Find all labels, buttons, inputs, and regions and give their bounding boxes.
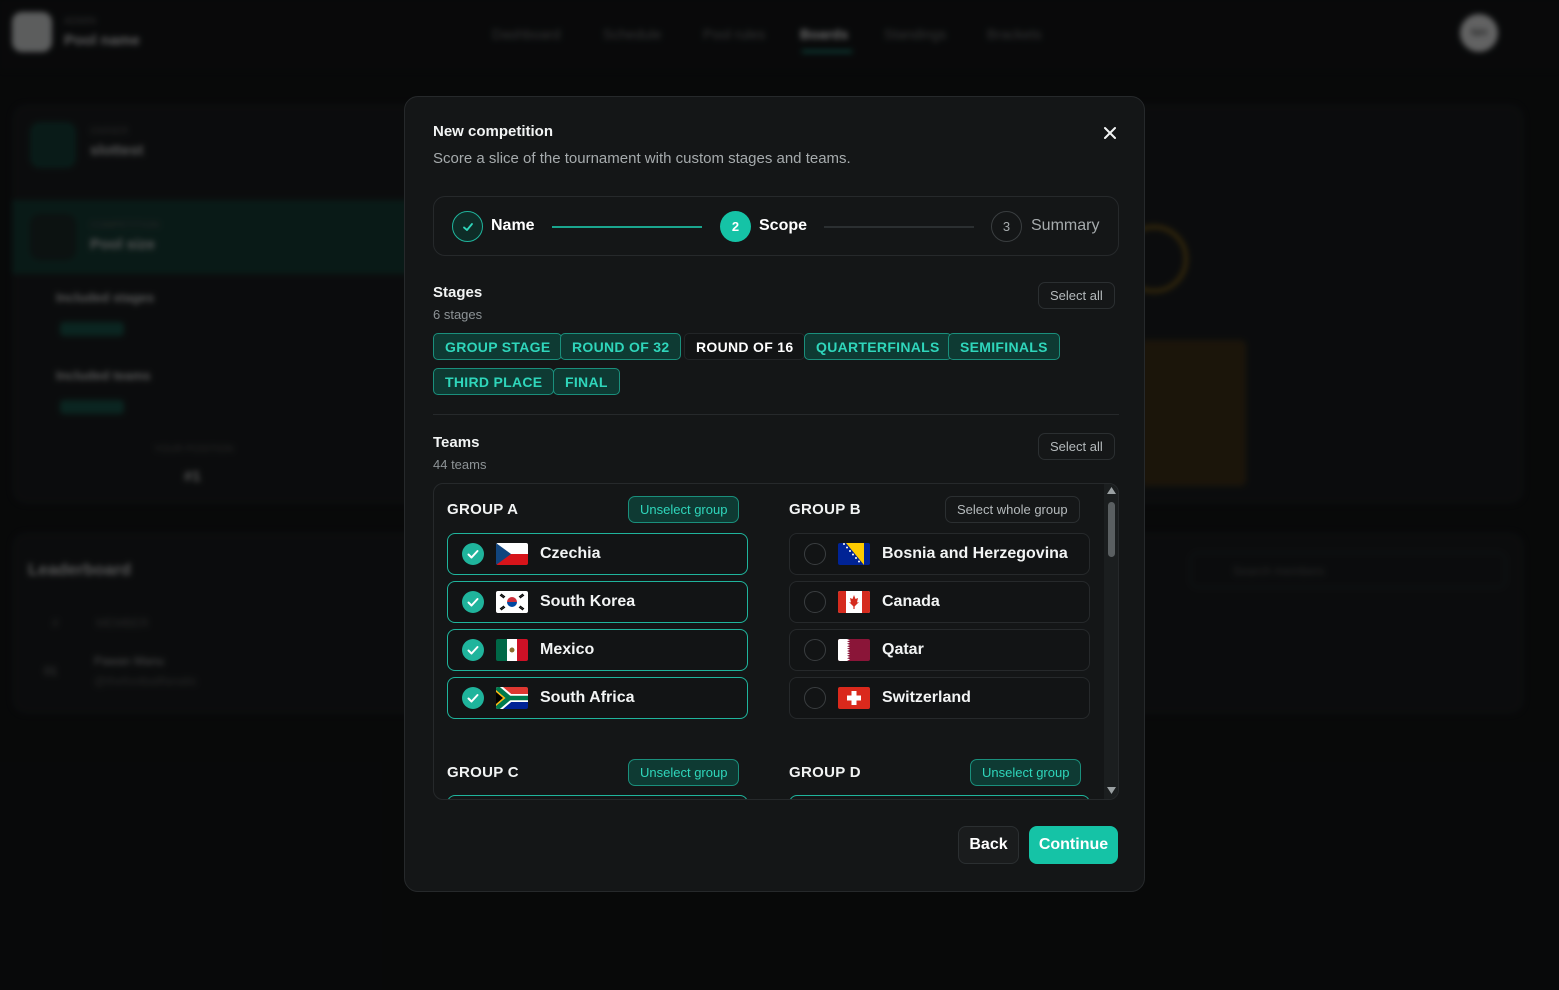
group-d-unselect-button[interactable]: Unselect group	[970, 759, 1082, 786]
team-name: Switzerland	[882, 689, 971, 706]
team-name: South Africa	[540, 689, 635, 706]
checkbox-checked[interactable]	[462, 543, 484, 565]
switzerland-flag-icon	[838, 687, 870, 709]
team-name: Bosnia and Herzegovina	[882, 545, 1068, 562]
group-c-unselect-button[interactable]: Unselect group	[628, 759, 740, 786]
group-d-first-team[interactable]	[789, 795, 1090, 799]
checkbox-unchecked[interactable]	[804, 639, 826, 661]
step-scope-number[interactable]: 2	[720, 211, 751, 242]
stage-chip-semifinals[interactable]: SEMIFINALS	[948, 333, 1060, 360]
back-button[interactable]: Back	[958, 826, 1019, 864]
stages-select-all-button[interactable]: Select all	[1038, 282, 1115, 309]
stage-chip-round-of-16[interactable]: ROUND OF 16	[684, 333, 806, 360]
group-c-first-team[interactable]	[447, 795, 748, 799]
south-korea-flag-icon	[496, 591, 528, 613]
checkbox-checked[interactable]	[462, 687, 484, 709]
step-scope-label: Scope	[759, 217, 808, 234]
checkbox-checked[interactable]	[462, 639, 484, 661]
mexico-flag-icon	[496, 639, 528, 661]
team-name: Mexico	[540, 641, 595, 658]
stage-chip-third-place[interactable]: THIRD PLACE	[433, 368, 555, 395]
step-name-done[interactable]	[452, 211, 483, 242]
bosnia-flag-icon	[838, 543, 870, 565]
team-czechia[interactable]: Czechia	[447, 533, 748, 575]
stages-title: Stages	[433, 284, 483, 301]
step-summary-label: Summary	[1031, 217, 1100, 234]
scroll-up-icon[interactable]	[1107, 487, 1116, 494]
teams-title: Teams	[433, 434, 480, 451]
group-a-title: GROUP A	[447, 501, 519, 518]
check-icon	[467, 694, 479, 703]
check-icon	[462, 222, 473, 231]
close-icon	[1104, 127, 1116, 139]
checkbox-unchecked[interactable]	[804, 687, 826, 709]
team-qatar[interactable]: Qatar	[789, 629, 1090, 671]
team-name: Canada	[882, 593, 940, 610]
dialog-title: New competition	[433, 123, 554, 140]
south-africa-flag-icon	[496, 687, 528, 709]
stage-chip-round-of-32[interactable]: ROUND OF 32	[560, 333, 682, 360]
qatar-flag-icon	[838, 639, 870, 661]
group-b-select-button[interactable]: Select whole group	[945, 496, 1080, 523]
check-icon	[467, 598, 479, 607]
section-divider	[433, 414, 1119, 415]
stages-count: 6 stages	[433, 307, 483, 322]
teams-scrollbar[interactable]	[1104, 484, 1118, 799]
teams-select-all-button[interactable]: Select all	[1038, 433, 1115, 460]
team-bosnia-and-herzegovina[interactable]: Bosnia and Herzegovina	[789, 533, 1090, 575]
step-connector-2	[824, 226, 974, 228]
checkbox-unchecked[interactable]	[804, 591, 826, 613]
stage-chip-final[interactable]: FINAL	[553, 368, 620, 395]
team-name: South Korea	[540, 593, 636, 610]
stage-chip-group-stage[interactable]: GROUP STAGE	[433, 333, 563, 360]
team-mexico[interactable]: Mexico	[447, 629, 748, 671]
scroll-down-icon[interactable]	[1107, 787, 1116, 794]
check-icon	[467, 550, 479, 559]
checkbox-unchecked[interactable]	[804, 543, 826, 565]
stepper: Name 2 Scope 3 Summary	[433, 196, 1119, 256]
close-button[interactable]	[1098, 121, 1122, 145]
step-name-label: Name	[491, 217, 535, 234]
czechia-flag-icon	[496, 543, 528, 565]
continue-button[interactable]: Continue	[1029, 826, 1118, 864]
dialog-subtitle: Score a slice of the tournament with cus…	[433, 150, 851, 167]
group-a-unselect-button[interactable]: Unselect group	[628, 496, 740, 523]
stage-chip-quarterfinals[interactable]: QUARTERFINALS	[804, 333, 952, 360]
team-south-korea[interactable]: South Korea	[447, 581, 748, 623]
check-icon	[467, 646, 479, 655]
team-switzerland[interactable]: Switzerland	[789, 677, 1090, 719]
step-connector-1	[552, 226, 702, 228]
group-d-title: GROUP D	[789, 764, 861, 781]
group-b-title: GROUP B	[789, 501, 861, 518]
checkbox-checked[interactable]	[462, 591, 484, 613]
new-competition-dialog: New competition Score a slice of the tou…	[404, 96, 1145, 892]
teams-count: 44 teams	[433, 457, 487, 472]
team-name: Qatar	[882, 641, 924, 658]
team-south-africa[interactable]: South Africa	[447, 677, 748, 719]
step-summary-number[interactable]: 3	[991, 211, 1022, 242]
scroll-thumb[interactable]	[1108, 502, 1115, 557]
group-c-title: GROUP C	[447, 764, 519, 781]
teams-list[interactable]: GROUP A Unselect group Czechia South Kor…	[433, 483, 1119, 800]
team-name: Czechia	[540, 545, 601, 562]
canada-flag-icon	[838, 591, 870, 613]
team-canada[interactable]: Canada	[789, 581, 1090, 623]
